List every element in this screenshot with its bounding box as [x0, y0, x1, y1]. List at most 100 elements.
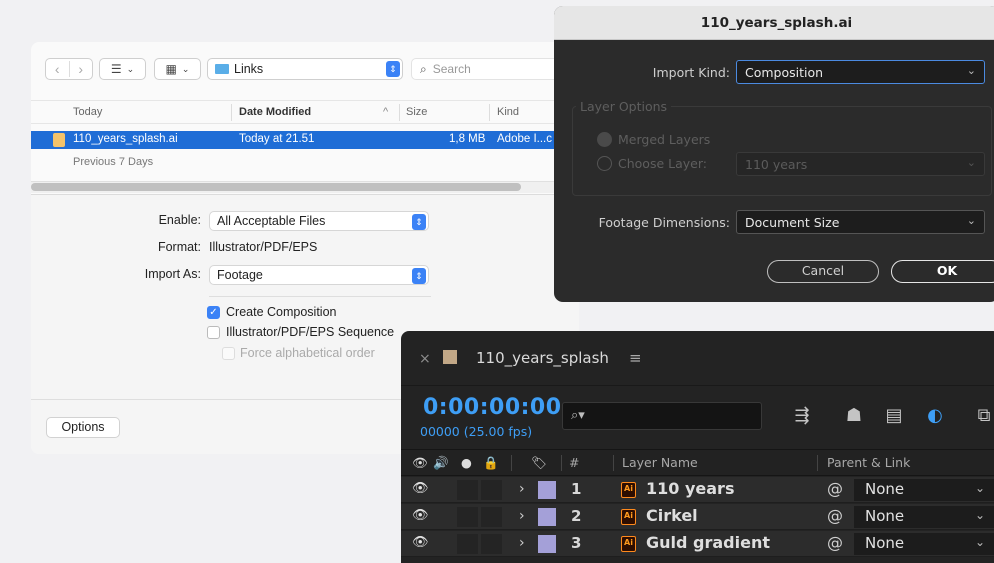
footage-dimensions-select[interactable]: Document Size ⌄ [736, 210, 985, 234]
chevron-down-icon: ⌄ [975, 508, 986, 522]
column-kind[interactable]: Kind [497, 106, 519, 118]
layer-row[interactable]: 👁 › 1 Ai 110 years @ None ⌄ [401, 477, 994, 503]
timeline-panel: × 110_years_splash ≡ 0:00:00:00 00000 (2… [401, 331, 994, 563]
grid-view-button[interactable]: ▦ ⌄ [154, 58, 201, 80]
column-separator [817, 455, 818, 471]
audio-icon: 🔊 [433, 455, 449, 470]
column-date-modified[interactable]: Date Modified [239, 106, 311, 118]
layer-row[interactable]: 👁 › 3 Ai Guld gradient @ None ⌄ [401, 531, 994, 557]
ai-file-icon [53, 133, 65, 147]
file-row-selected[interactable]: 110_years_splash.ai Today at 21.51 1,8 M… [31, 131, 579, 149]
create-composition-label: Create Composition [226, 305, 337, 319]
divider [209, 296, 431, 297]
close-tab-icon[interactable]: × [419, 351, 431, 367]
graph-editor-icon[interactable]: ⧉ [972, 405, 994, 429]
frame-info: 00000 (25.00 fps) [420, 424, 533, 439]
shy-layers-icon[interactable]: ☗ [842, 405, 866, 429]
pick-whip-icon[interactable]: @ [827, 533, 843, 552]
back-forward-buttons[interactable]: ‹ › [45, 58, 93, 80]
popup-stepper-icon: ⇕ [412, 214, 426, 230]
lock-icon: 🔒 [483, 455, 499, 470]
cancel-button[interactable]: Cancel [767, 260, 879, 283]
layer-name[interactable]: 110 years [646, 479, 734, 498]
choose-layer-label: Choose Layer: [618, 156, 707, 171]
import-kind-value: Composition [745, 65, 824, 80]
import-kind-select[interactable]: Composition ⌄ [736, 60, 985, 84]
audio-toggle[interactable] [457, 480, 478, 500]
expand-chevron-icon[interactable]: › [519, 508, 525, 524]
options-button[interactable]: Options [46, 417, 120, 438]
sequence-checkbox[interactable] [207, 326, 220, 339]
horizontal-scrollbar[interactable] [31, 183, 521, 191]
column-layer-name[interactable]: Layer Name [622, 455, 698, 470]
parent-value: None [865, 507, 905, 525]
expand-chevron-icon[interactable]: › [519, 535, 525, 551]
merged-layers-radio[interactable] [597, 132, 612, 147]
panel-menu-icon[interactable]: ≡ [629, 349, 642, 367]
column-separator [399, 104, 400, 121]
search-icon: ⌕▾ [571, 408, 585, 423]
eye-icon[interactable]: 👁 [412, 508, 429, 523]
label-color-swatch[interactable] [538, 481, 556, 499]
pick-whip-icon[interactable]: @ [827, 479, 843, 498]
eye-icon[interactable]: 👁 [412, 481, 429, 496]
enable-popup[interactable]: All Acceptable Files ⇕ [209, 211, 429, 231]
section-previous-7-days: Previous 7 Days [73, 156, 154, 168]
parent-value: None [865, 480, 905, 498]
import-as-popup[interactable]: Footage ⇕ [209, 265, 429, 285]
footage-dimensions-value: Document Size [745, 215, 840, 230]
label-color-swatch[interactable] [538, 508, 556, 526]
chevron-down-icon: ⌄ [126, 63, 135, 74]
timecode-display[interactable]: 0:00:00:00 [423, 395, 562, 420]
enable-value: All Acceptable Files [217, 214, 326, 228]
layer-name[interactable]: Guld gradient [646, 533, 770, 552]
format-value: Illustrator/PDF/EPS [209, 240, 318, 254]
eye-icon[interactable]: 👁 [412, 535, 429, 550]
ok-button[interactable]: OK [891, 260, 994, 283]
label-tag-icon: 🏷 [531, 455, 547, 470]
audio-toggle[interactable] [457, 507, 478, 527]
force-alphabetical-label: Force alphabetical order [240, 346, 375, 360]
column-size[interactable]: Size [406, 106, 427, 118]
create-composition-checkbox[interactable]: ✓ [207, 306, 220, 319]
lock-toggle[interactable] [481, 534, 502, 554]
label-color-swatch[interactable] [538, 535, 556, 553]
comp-tab-name[interactable]: 110_years_splash [476, 349, 609, 367]
comp-flowchart-icon[interactable]: ⇶ [790, 405, 814, 429]
pick-whip-icon[interactable]: @ [827, 506, 843, 525]
folder-icon [215, 64, 229, 74]
chevron-down-icon: ⌄ [966, 156, 976, 169]
expand-chevron-icon[interactable]: › [519, 481, 525, 497]
choose-layer-radio[interactable] [597, 156, 612, 171]
layer-name[interactable]: Cirkel [646, 506, 698, 525]
layer-options-label: Layer Options [576, 99, 672, 114]
chevron-down-icon: ⌄ [975, 535, 986, 549]
divider [401, 385, 994, 386]
popup-stepper-icon: ⇕ [412, 268, 426, 284]
file-name: 110_years_splash.ai [73, 133, 178, 145]
sort-ascending-icon: ^ [383, 106, 389, 118]
choose-layer-value: 110 years [745, 157, 808, 172]
forward-icon[interactable]: › [68, 61, 93, 77]
motion-blur-icon[interactable]: ◐ [923, 405, 947, 429]
column-separator [511, 455, 512, 471]
lock-toggle[interactable] [481, 480, 502, 500]
file-size: 1,8 MB [449, 133, 486, 145]
chevron-down-icon: ⌄ [966, 64, 976, 77]
layer-search-input[interactable]: ⌕▾ [562, 402, 762, 430]
column-name[interactable]: Today [73, 106, 102, 118]
frame-blending-icon[interactable]: ▤ [882, 405, 906, 429]
search-placeholder: Search [432, 62, 471, 76]
footage-dimensions-label: Footage Dimensions: [598, 215, 730, 230]
choose-layer-select[interactable]: 110 years ⌄ [736, 152, 985, 176]
location-popup[interactable]: Links ⇕ [207, 58, 403, 80]
audio-toggle[interactable] [457, 534, 478, 554]
chevron-down-icon: ⌄ [975, 481, 986, 495]
column-separator [561, 455, 562, 471]
layer-row[interactable]: 👁 › 2 Ai Cirkel @ None ⌄ [401, 504, 994, 530]
column-separator [613, 455, 614, 471]
layer-options-group [572, 106, 992, 196]
list-view-button[interactable]: ☰ ⌄ [99, 58, 146, 80]
back-icon[interactable]: ‹ [46, 61, 69, 77]
lock-toggle[interactable] [481, 507, 502, 527]
